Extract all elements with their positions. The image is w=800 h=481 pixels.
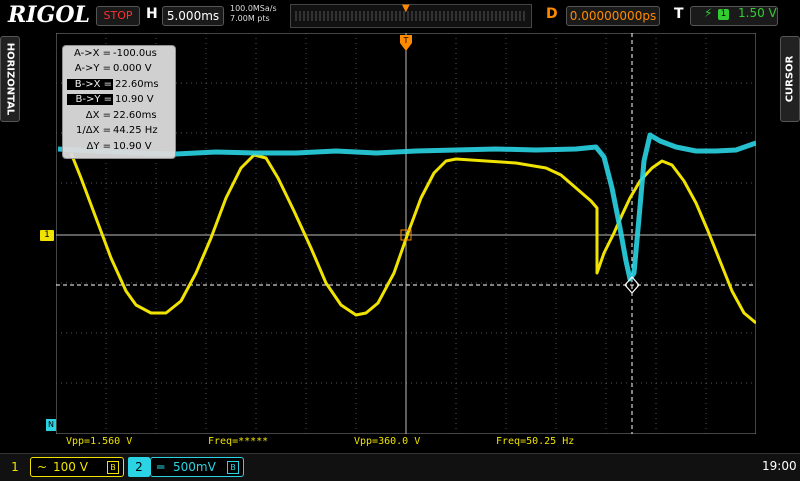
rising-edge-icon: ⚡ [704, 6, 713, 20]
readout-row: A->X = -100.0us [73, 48, 157, 59]
cursor-readout-panel: A->X = -100.0us A->Y = 0.000 V B->X = 22.60… [62, 45, 176, 159]
trigger-label: T [674, 6, 684, 22]
ch1-ground-marker[interactable]: 1 [40, 230, 54, 241]
readout-row: 1/ΔX = 44.25 Hz [76, 125, 158, 136]
svg-text:T: T [403, 36, 409, 45]
acquisition-info: 100.0MSa/s 7.00M pts [230, 4, 277, 24]
ch1-label[interactable]: 1 [6, 459, 24, 475]
ch1-vpp-measurement: Vpp=1.560 V [66, 436, 133, 447]
delay-label: D [546, 6, 558, 22]
ch2-scale: 500mV [173, 460, 216, 474]
ch2-label[interactable]: 2 [128, 457, 150, 477]
bandwidth-limit-icon: B [107, 461, 119, 474]
ch2-settings[interactable]: ═ 500mV B [150, 457, 244, 477]
ch2-vpp-measurement: Vpp=360.0 V [354, 436, 421, 447]
readout-row: A->Y = 0.000 V [74, 63, 152, 74]
readout-row: B->Y = 10.90 V [67, 94, 154, 105]
trigger-source-badge: 1 [718, 9, 729, 20]
memory-depth: 7.00M pts [230, 14, 270, 23]
ch2-freq-measurement: Freq=50.25 Hz [496, 436, 575, 447]
readout-row: B->X = 22.60ms [67, 79, 159, 90]
ch1-settings[interactable]: ~ 100 V B [30, 457, 124, 477]
run-stop-status[interactable]: STOP [96, 6, 140, 26]
cursor-tab-label: CURSOR [784, 55, 796, 103]
trigger-position-icon[interactable]: T [399, 33, 413, 53]
trigger-level-marker[interactable]: N [46, 419, 56, 431]
horizontal-menu-tab[interactable]: HORIZONTAL [0, 36, 20, 122]
ch1-freq-measurement: Freq=***** [208, 436, 269, 447]
system-clock: 19:00 [762, 459, 797, 473]
readout-row: ΔX = 22.60ms [85, 110, 157, 121]
horizontal-tab-label: HORIZONTAL [4, 42, 16, 116]
overview-trigger-position-icon: ▼ [402, 3, 410, 14]
trigger-level-value: 1.50 V [738, 6, 777, 20]
horizontal-delay-value[interactable]: 0.00000000ps [566, 6, 660, 26]
sample-rate: 100.0MSa/s [230, 4, 277, 13]
cursor-menu-tab[interactable]: CURSOR [780, 36, 800, 122]
brand-logo: RIGOL [8, 2, 90, 28]
ch1-scale: 100 V [53, 460, 88, 474]
timebase-value[interactable]: 5.000ms [162, 6, 224, 26]
ac-coupling-icon: ~ [37, 460, 48, 474]
bandwidth-limit-icon: B [227, 461, 239, 474]
readout-row: ΔY = 10.90 V [86, 141, 152, 152]
dc-coupling-icon: ═ [157, 460, 165, 474]
timebase-label: H [146, 6, 158, 22]
